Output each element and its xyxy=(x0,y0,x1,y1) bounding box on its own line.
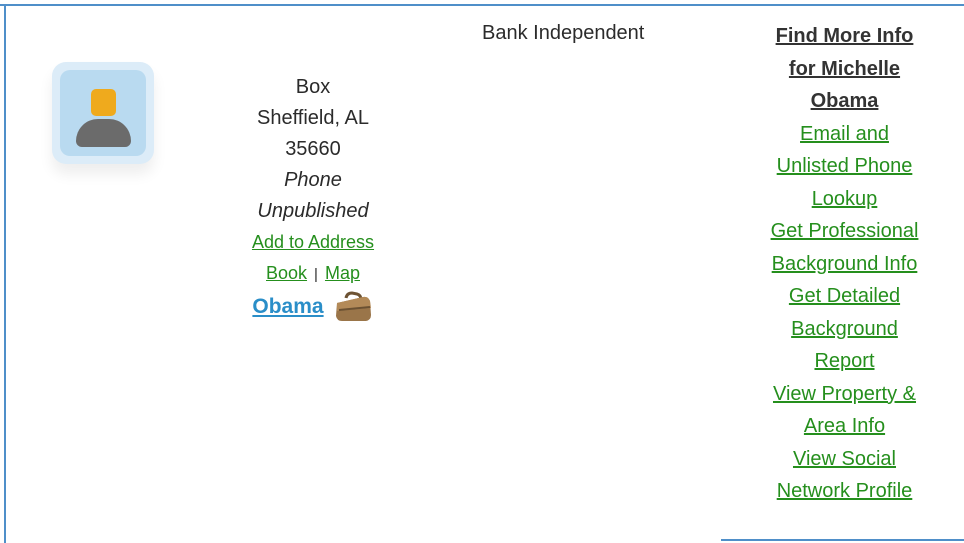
address-line-1: Box xyxy=(295,76,331,98)
more-info-title-line-3: Obama xyxy=(810,90,879,112)
contact-details: Box Sheffield, AL 35660 Phone Unpublishe… xyxy=(218,72,408,324)
detailed-background-line-2: Background xyxy=(791,317,898,340)
more-info-title-link[interactable]: Find More Info for Michelle Obama xyxy=(742,20,947,118)
email-phone-lookup-line-3: Lookup xyxy=(811,187,878,210)
email-phone-lookup-link[interactable]: Email and Unlisted Phone Lookup xyxy=(742,118,947,216)
detailed-background-line-1: Get Detailed xyxy=(788,285,901,307)
add-to-address-book-link[interactable]: Add to Address xyxy=(252,232,374,252)
zip-code: 35660 xyxy=(285,138,341,160)
property-area-line-1: View Property & xyxy=(772,382,917,405)
address-book-map-links: Add to Address Book | Map xyxy=(218,227,408,290)
surname-row: Obama xyxy=(218,291,408,324)
social-network-profile-link[interactable]: View Social Network Profile xyxy=(742,443,947,508)
address-line-2: Sheffield, AL xyxy=(257,107,369,129)
detailed-background-report-link[interactable]: Get Detailed Background Report xyxy=(742,280,947,378)
more-info-title-line-2: for Michelle xyxy=(788,57,901,80)
employer-name: Bank Independent xyxy=(482,22,645,44)
property-area-line-2: Area Info xyxy=(803,415,886,437)
more-info-title-line-1: Find More Info xyxy=(775,25,914,47)
social-network-line-1: View Social xyxy=(792,447,897,470)
more-info-panel: Find More Info for Michelle Obama Email … xyxy=(742,20,947,508)
briefcase-icon xyxy=(335,291,371,321)
property-area-info-link[interactable]: View Property & Area Info xyxy=(742,378,947,443)
avatar-body xyxy=(76,119,131,147)
email-phone-lookup-line-1: Email and xyxy=(800,122,889,145)
phone-label: Phone xyxy=(284,169,342,191)
email-phone-lookup-line-2: Unlisted Phone xyxy=(776,155,913,177)
link-separator: | xyxy=(314,266,318,283)
avatar-inner xyxy=(60,70,146,156)
phone-status: Unpublished xyxy=(257,200,369,222)
user-avatar-icon xyxy=(52,62,154,176)
avatar-frame xyxy=(52,62,154,164)
professional-background-line-1: Get Professional xyxy=(770,220,919,242)
surname-link[interactable]: Obama xyxy=(252,291,323,322)
frame-top-border xyxy=(0,4,964,6)
map-link[interactable]: Map xyxy=(325,263,360,283)
social-network-line-2: Network Profile xyxy=(776,480,913,502)
professional-background-line-2: Background Info xyxy=(771,252,918,275)
add-to-address-book-link-continued[interactable]: Book xyxy=(266,263,307,283)
frame-left-border xyxy=(4,4,6,543)
avatar-head xyxy=(91,89,116,116)
detailed-background-line-3: Report xyxy=(814,350,875,372)
professional-background-link[interactable]: Get Professional Background Info xyxy=(742,215,947,280)
frame-bottom-border xyxy=(721,539,964,541)
